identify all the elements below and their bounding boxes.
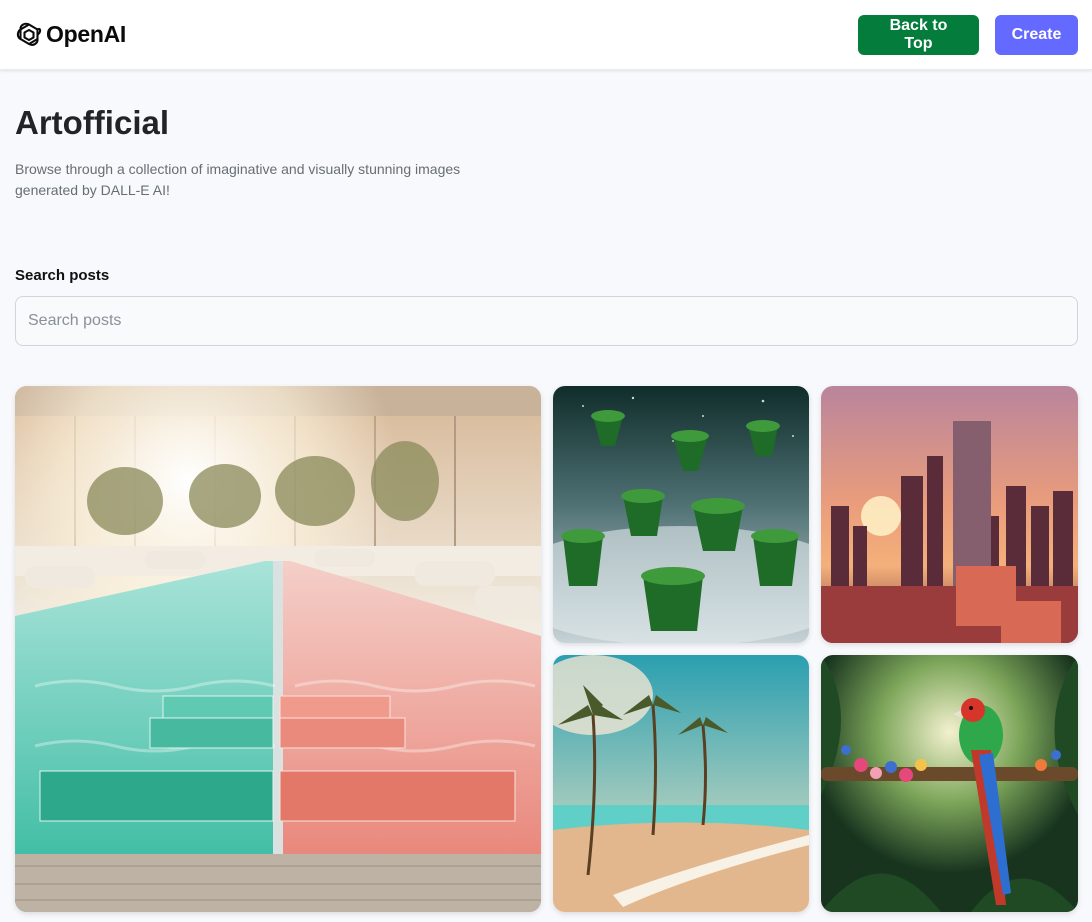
gallery-card-floating-islands[interactable] <box>553 386 809 643</box>
openai-logo-icon <box>15 21 43 49</box>
indoor-pool-image <box>15 386 541 912</box>
search-input[interactable] <box>15 296 1078 346</box>
gallery-card-jungle-parrot[interactable] <box>821 655 1078 912</box>
gallery-card-tropical-beach[interactable] <box>553 655 809 912</box>
tropical-beach-image <box>553 655 809 912</box>
back-to-top-button[interactable]: Back to Top <box>858 14 979 55</box>
gallery-card-sunset-city[interactable] <box>821 386 1078 643</box>
create-button[interactable]: Create <box>995 14 1078 55</box>
floating-islands-image <box>553 386 809 643</box>
search-label: Search posts <box>15 267 110 284</box>
sunset-city-image <box>821 386 1078 643</box>
page-title: Artofficial <box>15 104 170 141</box>
header-actions: Back to Top Create <box>858 14 1078 55</box>
logo-text: OpenAI <box>46 21 126 47</box>
gallery-card-indoor-pool[interactable] <box>15 386 541 912</box>
top-navbar: OpenAI Back to Top Create <box>0 0 1092 70</box>
jungle-parrot-image <box>821 655 1078 912</box>
page-subtitle: Browse through a collection of imaginati… <box>15 161 461 198</box>
openai-logo[interactable]: OpenAI <box>15 21 126 49</box>
